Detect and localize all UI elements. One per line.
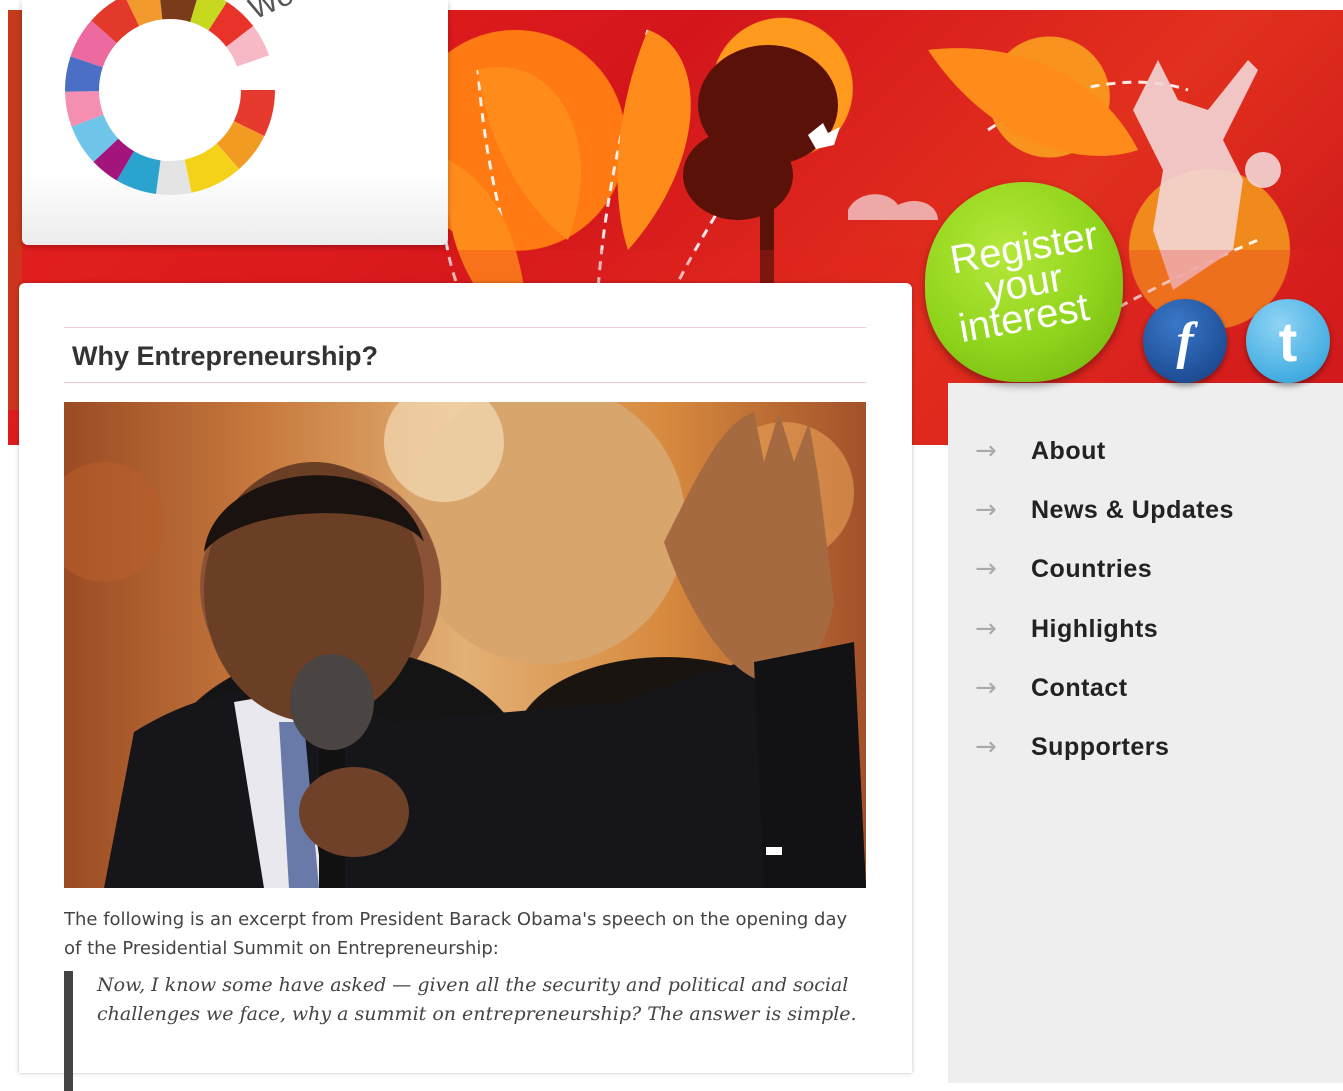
nav-item-supporters[interactable]: → Supporters xyxy=(975,730,1234,789)
arrow-right-icon: → xyxy=(975,436,997,466)
nav-item-label: Supporters xyxy=(1031,732,1170,761)
twitter-icon: t xyxy=(1278,309,1298,373)
article-intro: The following is an excerpt from Preside… xyxy=(64,909,848,959)
logo-text: Week 2010 xyxy=(244,0,396,27)
nav-item-about[interactable]: → About xyxy=(975,434,1234,493)
arrow-right-icon: → xyxy=(975,731,997,762)
quote-text: Now, I know some have asked — given all … xyxy=(97,974,857,1025)
article-photo[interactable] xyxy=(64,402,866,888)
site-logo[interactable]: Week 2010 xyxy=(22,0,448,245)
facebook-icon: f xyxy=(1176,312,1194,370)
nav-item-label: About xyxy=(1031,437,1106,465)
logo-ring-icon xyxy=(65,0,275,195)
twitter-button[interactable]: t xyxy=(1246,299,1330,383)
title-divider-bottom xyxy=(64,382,866,383)
register-interest-button[interactable]: Register your interest xyxy=(925,182,1123,382)
main-nav: → About → News & Updates → Countries → H… xyxy=(975,434,1234,789)
nav-item-label: Contact xyxy=(1031,673,1128,702)
article-quote: Now, I know some have asked — given all … xyxy=(64,971,866,1091)
nav-item-news-updates[interactable]: → News & Updates xyxy=(975,493,1234,552)
nav-item-highlights[interactable]: → Highlights xyxy=(975,612,1234,671)
title-divider-top xyxy=(64,327,866,328)
nav-item-label: News & Updates xyxy=(1031,496,1234,525)
arrow-right-icon: → xyxy=(975,613,997,644)
page-title: Why Entrepreneurship? xyxy=(72,341,379,371)
arrow-right-icon: → xyxy=(975,495,997,526)
nav-item-countries[interactable]: → Countries xyxy=(975,552,1234,611)
nav-item-label: Highlights xyxy=(1031,614,1159,643)
main-content: Why Entrepreneurship? The following is a… xyxy=(19,283,912,1091)
speaker-photo-illustration xyxy=(64,402,866,888)
arrow-right-icon: → xyxy=(975,672,997,703)
nav-item-label: Countries xyxy=(1031,555,1153,584)
arrow-right-icon: → xyxy=(975,554,997,585)
facebook-button[interactable]: f xyxy=(1143,299,1227,383)
nav-item-contact[interactable]: → Contact xyxy=(975,671,1234,730)
